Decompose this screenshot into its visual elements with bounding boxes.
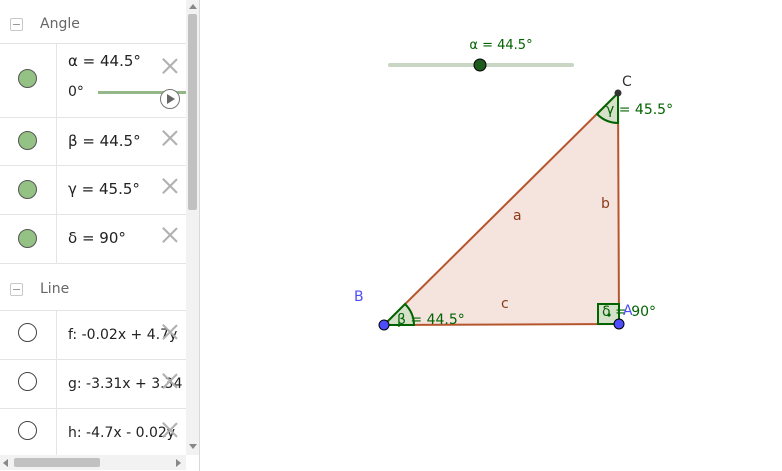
play-animation-icon[interactable] — [160, 89, 180, 109]
scroll-up-icon[interactable] — [189, 4, 197, 9]
marker-column — [0, 118, 57, 165]
visibility-toggle-gamma[interactable] — [18, 180, 37, 199]
algebra-list: Angle α = 44.5° 0° β = 44.5° γ = 45.5° δ… — [0, 0, 186, 455]
angle-label-beta: β = 44.5° — [397, 312, 465, 328]
delete-beta-icon[interactable] — [161, 129, 179, 147]
scroll-left-icon[interactable] — [3, 459, 8, 467]
algebra-row-alpha[interactable]: α = 44.5° 0° — [0, 44, 186, 118]
triangle-polygon[interactable] — [381, 90, 621, 327]
slider-label: α = 44.5° — [469, 38, 532, 53]
vertical-scrollbar[interactable] — [186, 0, 199, 455]
algebra-view: Angle α = 44.5° 0° β = 44.5° γ = 45.5° δ… — [0, 0, 200, 471]
group-label-angle: Angle — [40, 16, 80, 32]
algebra-row-beta[interactable]: β = 44.5° — [0, 118, 186, 166]
algebra-text-alpha[interactable]: α = 44.5° — [68, 52, 141, 70]
algebra-row-g[interactable]: g: -3.31x + 3.34 — [0, 360, 186, 409]
delete-h-icon[interactable] — [161, 421, 179, 439]
marker-column — [0, 409, 57, 455]
delete-gamma-icon[interactable] — [161, 177, 179, 195]
graphics-view[interactable]: α = 44.5° a b c β = 44.5° γ = 45.5° δ = … — [201, 0, 782, 471]
point-C[interactable] — [614, 89, 622, 97]
algebra-text-delta[interactable]: δ = 90° — [68, 229, 126, 247]
visibility-toggle-alpha[interactable] — [18, 69, 37, 88]
delete-f-icon[interactable] — [161, 323, 179, 341]
group-label-line: Line — [40, 281, 70, 297]
collapse-angle-icon[interactable] — [10, 18, 23, 31]
slider-min-label: 0° — [68, 84, 84, 100]
visibility-toggle-h[interactable] — [18, 421, 37, 440]
algebra-text-h[interactable]: h: -4.7x - 0.02y — [68, 425, 175, 441]
segment-label-c: c — [501, 296, 509, 312]
marker-column — [0, 166, 57, 214]
collapse-line-icon[interactable] — [10, 283, 23, 296]
horizontal-scroll-thumb[interactable] — [14, 458, 100, 467]
marker-column — [0, 44, 57, 117]
algebra-row-gamma[interactable]: γ = 45.5° — [0, 166, 186, 215]
point-label-B: B — [354, 289, 364, 305]
point-A[interactable] — [613, 318, 625, 330]
marker-column — [0, 360, 57, 408]
horizontal-scrollbar[interactable] — [0, 455, 186, 470]
delete-alpha-icon[interactable] — [161, 57, 179, 75]
delete-delta-icon[interactable] — [161, 226, 179, 244]
scroll-right-icon[interactable] — [176, 459, 181, 467]
visibility-toggle-delta[interactable] — [18, 229, 37, 248]
slider-handle[interactable] — [473, 58, 487, 72]
scroll-down-icon[interactable] — [189, 444, 197, 449]
point-label-A: A — [623, 303, 633, 319]
visibility-toggle-beta[interactable] — [18, 131, 37, 150]
algebra-row-h[interactable]: h: -4.7x - 0.02y — [0, 409, 186, 455]
visibility-toggle-f[interactable] — [18, 323, 37, 342]
group-header-line[interactable]: Line — [0, 264, 186, 311]
marker-column — [0, 215, 57, 263]
segment-label-b: b — [601, 196, 610, 212]
algebra-row-delta[interactable]: δ = 90° — [0, 215, 186, 264]
segment-label-a: a — [513, 208, 522, 224]
marker-column — [0, 311, 57, 359]
algebra-row-f[interactable]: f: -0.02x + 4.7y — [0, 311, 186, 360]
algebra-text-gamma[interactable]: γ = 45.5° — [68, 180, 140, 198]
point-label-C: C — [622, 74, 632, 90]
point-B[interactable] — [378, 319, 390, 331]
algebra-text-beta[interactable]: β = 44.5° — [68, 132, 141, 150]
graphics-canvas[interactable]: α = 44.5° a b c β = 44.5° γ = 45.5° δ = … — [201, 0, 782, 471]
delete-g-icon[interactable] — [161, 372, 179, 390]
angle-label-gamma: γ = 45.5° — [606, 102, 673, 118]
visibility-toggle-g[interactable] — [18, 372, 37, 391]
vertical-scroll-thumb[interactable] — [188, 14, 197, 210]
group-header-angle[interactable]: Angle — [0, 0, 186, 44]
